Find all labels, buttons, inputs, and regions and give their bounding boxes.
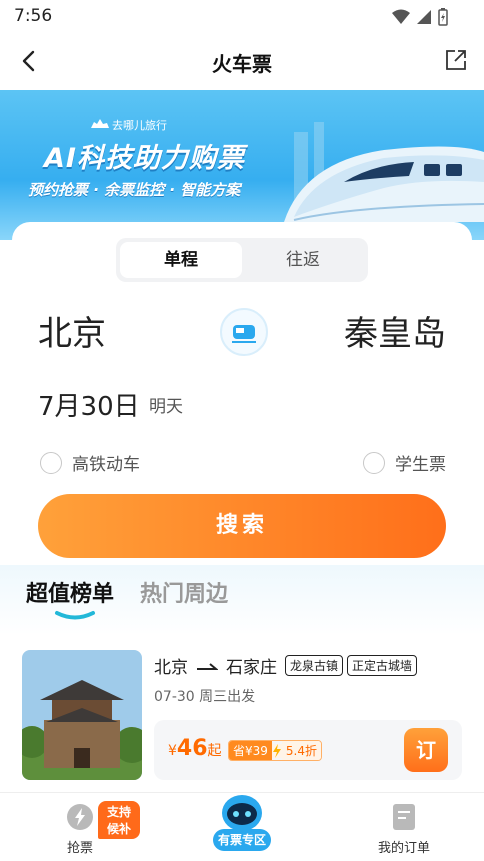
- book-button[interactable]: 订: [404, 728, 448, 772]
- bullet-train-illustration: [284, 122, 484, 222]
- deal-date: 07-30 周三出发: [154, 689, 256, 705]
- discount-rate: 5.4折: [281, 741, 321, 760]
- train-swap-icon: [232, 325, 256, 343]
- destination-photo: [22, 650, 142, 780]
- deal-from-city: 北京: [154, 658, 188, 678]
- high-speed-option[interactable]: 高铁动车: [40, 450, 140, 475]
- status-icons: [392, 8, 448, 26]
- promo-banner[interactable]: 去哪儿旅行 AI科技助力购票 预约抢票 · 余票监控 · 智能方案: [0, 90, 484, 240]
- swap-cities-button[interactable]: [220, 308, 268, 356]
- savings-badge: 省¥39 5.4折: [228, 740, 322, 761]
- from-city[interactable]: 北京: [38, 306, 106, 355]
- deal-route: 北京 石家庄 龙泉古镇 正定古城墙: [154, 653, 418, 678]
- waitlist-badge: 支持候补: [98, 801, 140, 839]
- tab-one-way[interactable]: 单程: [120, 242, 242, 278]
- price-suffix: 起: [207, 743, 222, 759]
- price-currency: ¥: [168, 743, 177, 759]
- active-tab-indicator: [55, 611, 95, 620]
- student-ticket-checkbox[interactable]: [363, 451, 385, 474]
- status-bar: 7:56: [0, 0, 484, 34]
- deal-tag: 正定古城墙: [347, 655, 418, 676]
- available-tickets-label: 有票专区: [213, 829, 271, 851]
- deal-tabs: 超值榜单 热门周边: [26, 576, 228, 608]
- status-time: 7:56: [14, 6, 53, 26]
- signal-icon: [417, 10, 431, 24]
- nav-grab-ticket[interactable]: 支持候补 抢票: [20, 793, 140, 861]
- share-icon[interactable]: [444, 48, 468, 72]
- high-speed-label: 高铁动车: [72, 455, 140, 475]
- brand-name: 去哪儿旅行: [112, 119, 167, 132]
- tab-best-deals[interactable]: 超值榜单: [26, 576, 114, 608]
- lightning-circle-icon: [67, 804, 93, 830]
- nav-label: 抢票: [66, 841, 93, 856]
- departure-date[interactable]: 7月30日: [38, 386, 140, 423]
- banner-headline: AI科技助力购票: [44, 143, 245, 174]
- deal-to-city: 石家庄: [226, 658, 277, 678]
- camel-logo-icon: [91, 119, 109, 128]
- student-ticket-label: 学生票: [395, 455, 446, 475]
- price-amount: 46: [176, 736, 208, 761]
- deal-price: ¥46起: [168, 736, 222, 761]
- search-button[interactable]: 搜索: [38, 494, 446, 558]
- tab-round-trip[interactable]: 往返: [242, 242, 364, 278]
- tab-nearby-hot[interactable]: 热门周边: [140, 576, 228, 608]
- deal-card[interactable]: 北京 石家庄 龙泉古镇 正定古城墙 07-30 周三出发 ¥46起 省¥39 5…: [22, 650, 462, 780]
- high-speed-checkbox[interactable]: [40, 451, 62, 474]
- nav-available-tickets[interactable]: 有票专区: [182, 793, 302, 861]
- savings-amount: 省¥39: [229, 741, 272, 760]
- orders-icon: [393, 804, 415, 830]
- robot-mascot-icon: [222, 795, 262, 831]
- banner-subline: 预约抢票 · 余票监控 · 智能方案: [28, 181, 241, 199]
- route-arrow-icon: [197, 662, 218, 670]
- deal-price-box: ¥46起 省¥39 5.4折 订: [154, 720, 462, 780]
- deal-tag: 龙泉古镇: [285, 655, 344, 676]
- date-relative-label: 明天: [149, 397, 183, 417]
- search-card: 单程 往返 北京 秦皇岛 7月30日 明天 高铁动车 学生票 搜索: [12, 222, 472, 582]
- wifi-icon: [392, 9, 410, 24]
- bottom-nav: 支持候补 抢票 有票专区 我的订单: [0, 792, 484, 861]
- student-ticket-option[interactable]: 学生票: [363, 450, 446, 475]
- lightning-icon: [271, 743, 282, 758]
- nav-label: 我的订单: [377, 841, 430, 856]
- battery-icon: [438, 8, 448, 26]
- to-city[interactable]: 秦皇岛: [344, 306, 446, 355]
- nav-bar: 火车票: [0, 34, 484, 90]
- trip-type-toggle: 单程 往返: [116, 238, 368, 282]
- page-title: 火车票: [212, 52, 272, 76]
- nav-my-orders[interactable]: 我的订单: [344, 793, 464, 861]
